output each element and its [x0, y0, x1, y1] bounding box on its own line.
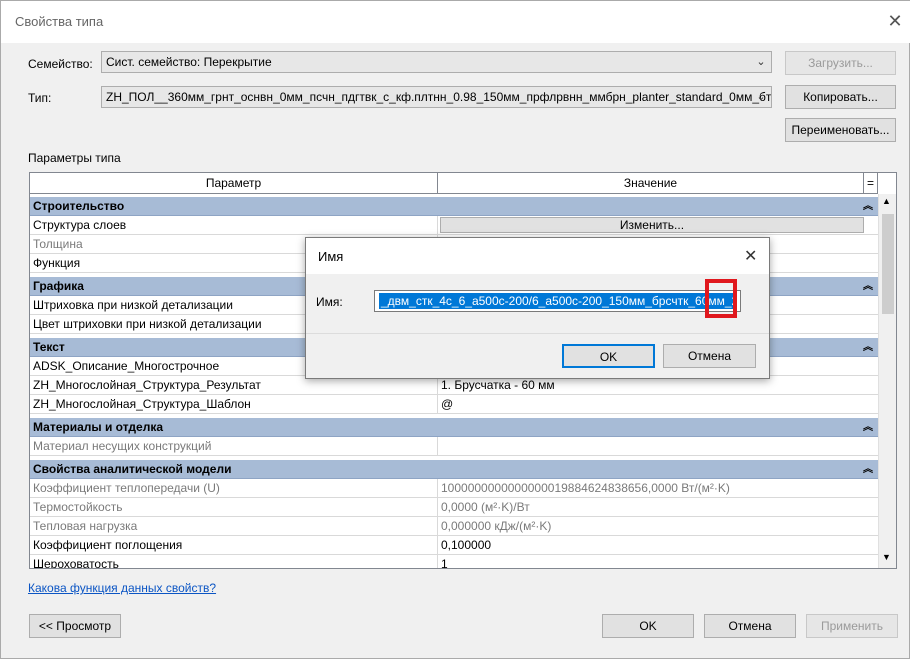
type-params-label: Параметры типа [28, 151, 121, 165]
collapse-icon[interactable]: ︽ [862, 197, 874, 216]
scroll-down-icon[interactable]: ▼ [882, 552, 891, 562]
param-name: Шероховатость [30, 555, 438, 568]
chevron-down-icon: ⌄ [756, 91, 766, 103]
param-value [438, 437, 878, 456]
table-row[interactable]: Термостойкость 0,0000 (м²·K)/Вт [30, 498, 878, 517]
collapse-icon[interactable]: ︽ [862, 277, 874, 296]
param-name: Тепловая нагрузка [30, 517, 438, 536]
name-dialog: Имя ✕ Имя: _двм_стк_4с_6_а500с-200/6_а50… [305, 237, 770, 379]
group-label: Свойства аналитической модели [33, 462, 232, 476]
param-value: 1000000000000000019884624838656,0000 Вт/… [441, 481, 730, 495]
type-value: ZH_ПОЛ__360мм_грнт_оснвн_0мм_псчн_пдгтвк… [106, 90, 772, 104]
family-value: Сист. семейство: Перекрытие [106, 55, 272, 69]
close-icon[interactable]: ✕ [885, 11, 905, 31]
ok-button[interactable]: OK [602, 614, 694, 638]
type-label: Тип: [28, 91, 52, 105]
title-bar: Свойства типа ✕ [1, 1, 911, 43]
column-header-param[interactable]: Параметр [30, 173, 438, 194]
chevron-down-icon: ⌄ [756, 56, 766, 68]
copy-button[interactable]: Копировать... [785, 85, 896, 109]
table-row[interactable]: Структура слоев Изменить... [30, 216, 878, 235]
param-value: 0,000000 кДж/(м²·K) [441, 519, 552, 533]
param-value[interactable]: 1 [438, 555, 878, 568]
group-analytic[interactable]: Свойства аналитической модели ︽ [30, 460, 878, 479]
name-cancel-button[interactable]: Отмена [663, 344, 756, 368]
cancel-button[interactable]: Отмена [704, 614, 796, 638]
param-name: Коэффициент теплопередачи (U) [30, 479, 438, 498]
highlight-box [705, 279, 737, 318]
vertical-scrollbar[interactable]: ▲ ▼ [878, 194, 896, 568]
load-button[interactable]: Загрузить... [785, 51, 896, 75]
scrollbar-thumb[interactable] [882, 214, 894, 314]
name-input[interactable]: _двм_стк_4с_6_а500с-200/6_а500с-200_150м… [374, 290, 741, 312]
type-select[interactable]: ZH_ПОЛ__360мм_грнт_оснвн_0мм_псчн_пдгтвк… [101, 86, 772, 108]
param-value: Изменить... [438, 216, 878, 235]
help-link[interactable]: Какова функция данных свойств? [28, 581, 216, 595]
table-row[interactable]: Тепловая нагрузка 0,000000 кДж/(м²·K) [30, 517, 878, 536]
collapse-icon[interactable]: ︽ [862, 460, 874, 479]
family-select[interactable]: Сист. семейство: Перекрытие ⌄ [101, 51, 772, 73]
param-value[interactable]: @ [438, 395, 878, 414]
divider [306, 333, 769, 334]
family-label: Семейство: [28, 57, 93, 71]
selected-name-text: _двм_стк_4с_6_а500с-200/6_а500с-200_150м… [379, 293, 734, 309]
group-label: Строительство [33, 199, 125, 213]
param-name: Коэффициент поглощения [30, 536, 438, 555]
preview-button[interactable]: << Просмотр [29, 614, 121, 638]
rename-button[interactable]: Переименовать... [785, 118, 896, 142]
collapse-icon[interactable]: ︽ [862, 418, 874, 437]
param-name: Термостойкость [30, 498, 438, 517]
column-header-value[interactable]: Значение [438, 173, 864, 194]
name-label: Имя: [316, 295, 343, 309]
table-row[interactable]: Коэффициент поглощения 0,100000 [30, 536, 878, 555]
name-dialog-title: Имя [318, 249, 344, 264]
param-value: 0,0000 (м²·K)/Вт [441, 500, 530, 514]
scroll-up-icon[interactable]: ▲ [882, 196, 891, 206]
table-row[interactable]: Коэффициент теплопередачи (U) 1000000000… [30, 479, 878, 498]
apply-button[interactable]: Применить [806, 614, 898, 638]
param-name: ZH_Многослойная_Структура_Шаблон [30, 395, 438, 414]
group-materials[interactable]: Материалы и отделка ︽ [30, 418, 878, 437]
equals-header[interactable]: = [864, 173, 878, 194]
window-title: Свойства типа [15, 14, 104, 29]
table-row[interactable]: ZH_Многослойная_Структура_Шаблон @ [30, 395, 878, 414]
name-dialog-title-bar: Имя ✕ [306, 238, 769, 274]
group-label: Материалы и отделка [33, 420, 164, 434]
table-row[interactable]: Материал несущих конструкций [30, 437, 878, 456]
param-name: Материал несущих конструкций [30, 437, 438, 456]
edit-layers-button[interactable]: Изменить... [440, 217, 864, 233]
name-ok-button[interactable]: OK [562, 344, 655, 368]
collapse-icon[interactable]: ︽ [862, 338, 874, 357]
table-row[interactable]: Шероховатость 1 [30, 555, 878, 568]
param-value[interactable]: 0,100000 [438, 536, 878, 555]
group-construction[interactable]: Строительство ︽ [30, 197, 878, 216]
param-name: Структура слоев [30, 216, 438, 235]
close-icon[interactable]: ✕ [744, 246, 757, 266]
